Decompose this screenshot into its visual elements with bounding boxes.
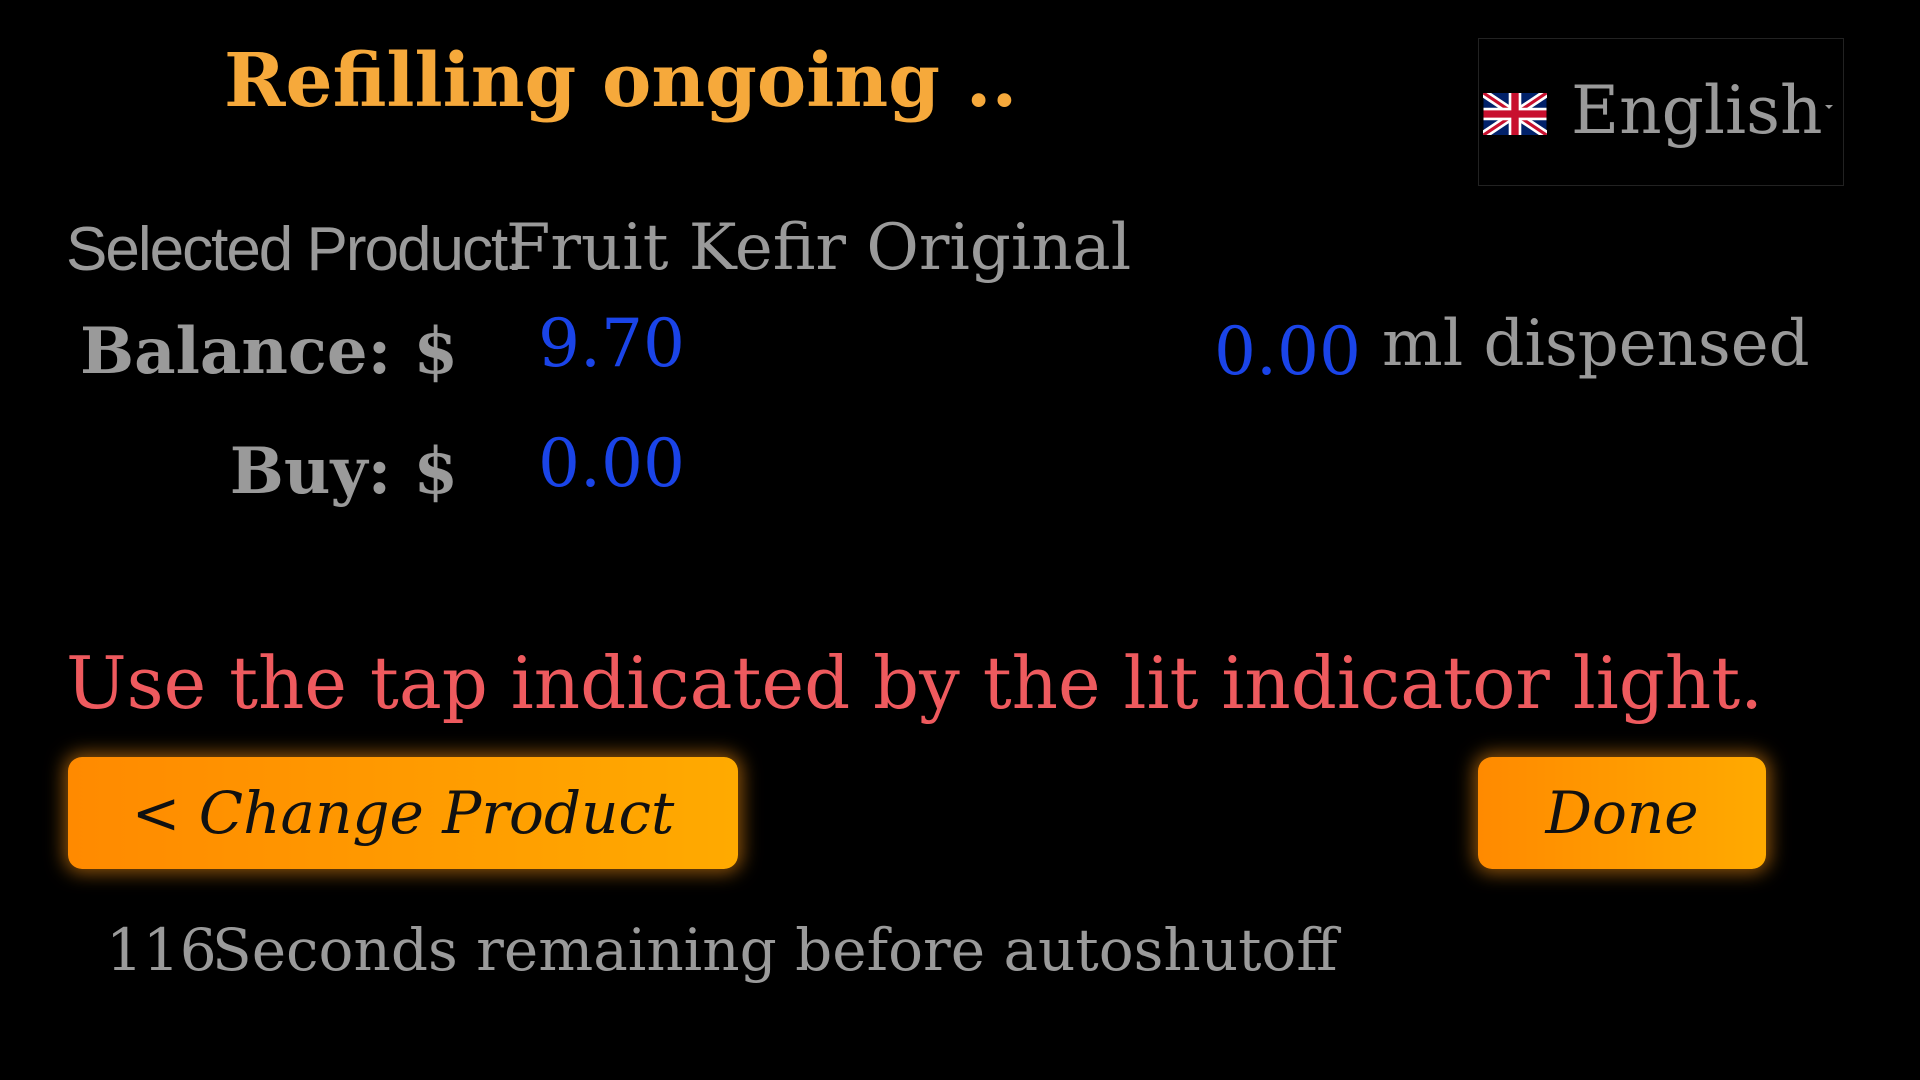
selected-product-name: Fruit Kefir Original	[506, 211, 1132, 285]
balance-label: Balance: $	[80, 314, 458, 389]
selected-product-label: Selected Product:	[66, 215, 523, 284]
dispensed-value: 0.00	[1214, 313, 1361, 390]
dispensed-label: ml dispensed	[1382, 307, 1810, 381]
done-button[interactable]: Done	[1478, 757, 1766, 869]
buy-label: Buy: $	[229, 434, 458, 509]
uk-flag-icon	[1483, 93, 1547, 135]
tap-instruction: Use the tap indicated by the lit indicat…	[66, 641, 1764, 725]
autoshutoff-seconds: 116	[106, 916, 217, 984]
language-label: English	[1571, 72, 1823, 149]
page-title: Refilling ongoing ..	[224, 38, 1018, 124]
change-product-button[interactable]: < Change Product	[68, 757, 738, 869]
buy-value: 0.00	[538, 425, 685, 502]
refill-screen: Refilling ongoing .. English Selected Pr…	[0, 0, 1920, 1080]
chevron-down-icon	[1825, 105, 1833, 109]
balance-value: 9.70	[538, 305, 685, 382]
autoshutoff-label: Seconds remaining before autoshutoff	[212, 916, 1338, 984]
language-select[interactable]: English	[1478, 38, 1844, 186]
